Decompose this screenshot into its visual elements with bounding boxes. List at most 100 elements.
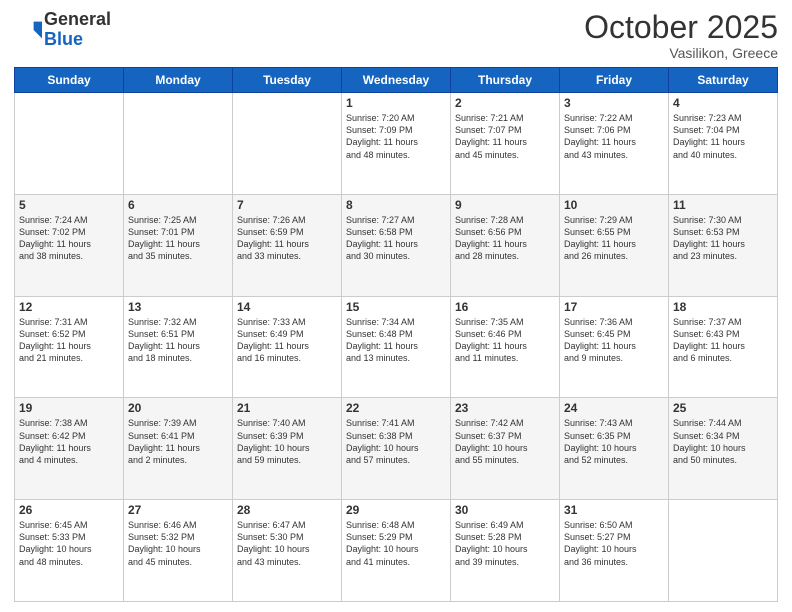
calendar-cell: 17Sunrise: 7:36 AM Sunset: 6:45 PM Dayli… [560, 296, 669, 398]
day-info: Sunrise: 7:41 AM Sunset: 6:38 PM Dayligh… [346, 417, 446, 466]
calendar-cell: 1 Sunrise: 7:20 AM Sunset: 7:09 PM Daylig… [342, 93, 451, 195]
day-info: Sunrise: 7:25 AM Sunset: 7:01 PM Dayligh… [128, 214, 228, 263]
day-info: Sunrise: 6:46 AM Sunset: 5:32 PM Dayligh… [128, 519, 228, 568]
logo: General Blue [14, 10, 111, 50]
day-info: Sunrise: 7:21 AM Sunset: 7:07 PM Dayligh… [455, 112, 555, 161]
logo-blue-text: Blue [44, 29, 83, 49]
day-number: 12 [19, 300, 119, 314]
calendar-cell: 25Sunrise: 7:44 AM Sunset: 6:34 PM Dayli… [669, 398, 778, 500]
logo-text: General Blue [44, 10, 111, 50]
location: Vasilikon, Greece [584, 45, 778, 61]
day-number: 4 [673, 96, 773, 110]
day-info: Sunrise: 6:50 AM Sunset: 5:27 PM Dayligh… [564, 519, 664, 568]
calendar-cell: 15 Sunrise: 7:34 AM Sunset: 6:48 PM Dayli… [342, 296, 451, 398]
day-info: Sunrise: 7:27 AM Sunset: 6:58 PM Dayligh… [346, 214, 446, 263]
day-info: Sunrise: 7:29 AM Sunset: 6:55 PM Dayligh… [564, 214, 664, 263]
calendar-cell: 27 Sunrise: 6:46 AM Sunset: 5:32 PM Dayli… [124, 500, 233, 602]
calendar-cell: 19 Sunrise: 7:38 AM Sunset: 6:42 PM Dayli… [15, 398, 124, 500]
day-number: 24 [564, 401, 664, 415]
day-number: 16 [455, 300, 555, 314]
day-info: Sunrise: 7:42 AM Sunset: 6:37 PM Dayligh… [455, 417, 555, 466]
logo-general-text: General [44, 9, 111, 29]
calendar-week-5: 26 Sunrise: 6:45 AM Sunset: 5:33 PM Dayli… [15, 500, 778, 602]
calendar-week-2: 5 Sunrise: 7:24 AM Sunset: 7:02 PM Daylig… [15, 194, 778, 296]
calendar-cell: 10 Sunrise: 7:29 AM Sunset: 6:55 PM Dayli… [560, 194, 669, 296]
calendar-cell: 5 Sunrise: 7:24 AM Sunset: 7:02 PM Daylig… [15, 194, 124, 296]
day-number: 19 [19, 401, 119, 415]
day-number: 5 [19, 198, 119, 212]
weekday-header-monday: Monday [124, 68, 233, 93]
day-number: 21 [237, 401, 337, 415]
calendar-cell: 30Sunrise: 6:49 AM Sunset: 5:28 PM Dayli… [451, 500, 560, 602]
day-info: Sunrise: 6:45 AM Sunset: 5:33 PM Dayligh… [19, 519, 119, 568]
page: General Blue October 2025 Vasilikon, Gre… [0, 0, 792, 612]
day-number: 14 [237, 300, 337, 314]
calendar-cell: 28Sunrise: 6:47 AM Sunset: 5:30 PM Dayli… [233, 500, 342, 602]
calendar-cell: 21Sunrise: 7:40 AM Sunset: 6:39 PM Dayli… [233, 398, 342, 500]
day-info: Sunrise: 7:33 AM Sunset: 6:49 PM Dayligh… [237, 316, 337, 365]
calendar-cell: 20Sunrise: 7:39 AM Sunset: 6:41 PM Dayli… [124, 398, 233, 500]
day-number: 9 [455, 198, 555, 212]
calendar-cell: 2 Sunrise: 7:21 AM Sunset: 7:07 PM Daylig… [451, 93, 560, 195]
day-number: 2 [455, 96, 555, 110]
day-number: 13 [128, 300, 228, 314]
calendar-cell: 23 Sunrise: 7:42 AM Sunset: 6:37 PM Dayli… [451, 398, 560, 500]
calendar-cell: 18 Sunrise: 7:37 AM Sunset: 6:43 PM Dayli… [669, 296, 778, 398]
day-number: 15 [346, 300, 446, 314]
title-block: October 2025 Vasilikon, Greece [584, 10, 778, 61]
weekday-header-saturday: Saturday [669, 68, 778, 93]
calendar-cell [233, 93, 342, 195]
day-number: 1 [346, 96, 446, 110]
day-info: Sunrise: 7:22 AM Sunset: 7:06 PM Dayligh… [564, 112, 664, 161]
day-number: 3 [564, 96, 664, 110]
day-number: 7 [237, 198, 337, 212]
calendar-week-1: 1 Sunrise: 7:20 AM Sunset: 7:09 PM Daylig… [15, 93, 778, 195]
day-number: 28 [237, 503, 337, 517]
day-info: Sunrise: 7:43 AM Sunset: 6:35 PM Dayligh… [564, 417, 664, 466]
day-number: 10 [564, 198, 664, 212]
calendar-cell [124, 93, 233, 195]
calendar-cell: 8Sunrise: 7:27 AM Sunset: 6:58 PM Daylig… [342, 194, 451, 296]
weekday-header-wednesday: Wednesday [342, 68, 451, 93]
day-number: 11 [673, 198, 773, 212]
day-number: 31 [564, 503, 664, 517]
day-info: Sunrise: 7:38 AM Sunset: 6:42 PM Dayligh… [19, 417, 119, 466]
day-number: 29 [346, 503, 446, 517]
day-number: 27 [128, 503, 228, 517]
day-info: Sunrise: 6:48 AM Sunset: 5:29 PM Dayligh… [346, 519, 446, 568]
day-number: 23 [455, 401, 555, 415]
day-info: Sunrise: 7:44 AM Sunset: 6:34 PM Dayligh… [673, 417, 773, 466]
calendar-cell: 11 Sunrise: 7:30 AM Sunset: 6:53 PM Dayli… [669, 194, 778, 296]
calendar-cell: 26 Sunrise: 6:45 AM Sunset: 5:33 PM Dayli… [15, 500, 124, 602]
day-info: Sunrise: 7:31 AM Sunset: 6:52 PM Dayligh… [19, 316, 119, 365]
day-number: 6 [128, 198, 228, 212]
day-info: Sunrise: 7:34 AM Sunset: 6:48 PM Dayligh… [346, 316, 446, 365]
weekday-header-row: SundayMondayTuesdayWednesdayThursdayFrid… [15, 68, 778, 93]
day-number: 26 [19, 503, 119, 517]
calendar-week-3: 12 Sunrise: 7:31 AM Sunset: 6:52 PM Dayli… [15, 296, 778, 398]
calendar-week-4: 19 Sunrise: 7:38 AM Sunset: 6:42 PM Dayli… [15, 398, 778, 500]
day-number: 18 [673, 300, 773, 314]
day-info: Sunrise: 7:24 AM Sunset: 7:02 PM Dayligh… [19, 214, 119, 263]
calendar-cell: 9Sunrise: 7:28 AM Sunset: 6:56 PM Daylig… [451, 194, 560, 296]
calendar-cell: 3 Sunrise: 7:22 AM Sunset: 7:06 PM Daylig… [560, 93, 669, 195]
calendar-cell: 7Sunrise: 7:26 AM Sunset: 6:59 PM Daylig… [233, 194, 342, 296]
day-info: Sunrise: 7:30 AM Sunset: 6:53 PM Dayligh… [673, 214, 773, 263]
day-info: Sunrise: 7:20 AM Sunset: 7:09 PM Dayligh… [346, 112, 446, 161]
day-info: Sunrise: 7:37 AM Sunset: 6:43 PM Dayligh… [673, 316, 773, 365]
day-info: Sunrise: 7:32 AM Sunset: 6:51 PM Dayligh… [128, 316, 228, 365]
calendar-cell: 24 Sunrise: 7:43 AM Sunset: 6:35 PM Dayli… [560, 398, 669, 500]
day-number: 30 [455, 503, 555, 517]
day-info: Sunrise: 7:39 AM Sunset: 6:41 PM Dayligh… [128, 417, 228, 466]
calendar-cell: 6 Sunrise: 7:25 AM Sunset: 7:01 PM Daylig… [124, 194, 233, 296]
calendar-cell [15, 93, 124, 195]
header: General Blue October 2025 Vasilikon, Gre… [14, 10, 778, 61]
weekday-header-tuesday: Tuesday [233, 68, 342, 93]
calendar-cell: 4 Sunrise: 7:23 AM Sunset: 7:04 PM Daylig… [669, 93, 778, 195]
day-info: Sunrise: 7:23 AM Sunset: 7:04 PM Dayligh… [673, 112, 773, 161]
calendar-cell: 13 Sunrise: 7:32 AM Sunset: 6:51 PM Dayli… [124, 296, 233, 398]
calendar-cell: 31 Sunrise: 6:50 AM Sunset: 5:27 PM Dayli… [560, 500, 669, 602]
calendar-cell: 14 Sunrise: 7:33 AM Sunset: 6:49 PM Dayli… [233, 296, 342, 398]
weekday-header-sunday: Sunday [15, 68, 124, 93]
day-info: Sunrise: 7:36 AM Sunset: 6:45 PM Dayligh… [564, 316, 664, 365]
